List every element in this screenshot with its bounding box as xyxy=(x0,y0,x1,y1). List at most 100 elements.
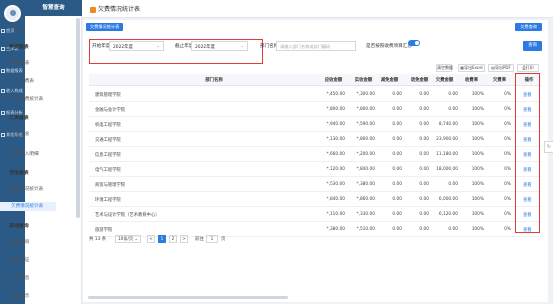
menu-group-label: 其他查询 xyxy=(9,224,29,229)
prev-page-button[interactable]: < xyxy=(147,235,155,243)
menu-item-home[interactable]: 首页 xyxy=(11,25,20,31)
home-icon xyxy=(1,29,5,33)
menu-group-reports[interactable]: ▾ 数据报表 xyxy=(5,43,29,50)
cell-paid: *,800.00 xyxy=(356,137,375,142)
menu-item-identity[interactable]: 认同信息 xyxy=(11,275,29,281)
print-button[interactable]: ⎙打印 xyxy=(517,64,539,72)
cell-reduce: 0.00 xyxy=(392,137,402,142)
cell-rate: 100% xyxy=(471,92,484,97)
menu-group-student[interactable]: ▾ 学生报表 xyxy=(5,169,29,176)
chart-icon xyxy=(1,89,5,93)
table-row: 建筑管理学院 *,450.00 *,300.00 0.00 0.00 0.00 100% 0%… xyxy=(89,87,541,102)
cell-rate: 100% xyxy=(471,197,484,202)
menu-scrollbar[interactable] xyxy=(76,18,80,218)
cell-arrears: 23,900.00 xyxy=(436,137,458,142)
page-size-select[interactable]: 10条/页 ⌄ xyxy=(115,235,141,243)
cell-arrears-rate: 0% xyxy=(504,197,511,202)
cell-refund: 0.00 xyxy=(419,92,429,97)
brand-title: 智慧查询 xyxy=(25,0,82,16)
cell-arrears-rate: 0% xyxy=(504,212,511,217)
menu-item-visit-auth[interactable]: 就诊认证 xyxy=(11,257,29,263)
col-refund: 退免金额 xyxy=(410,78,429,83)
cell-reduce: 0.00 xyxy=(392,152,402,157)
export-excel-button[interactable]: ▦导出Excel xyxy=(458,64,485,72)
cell-arrears-rate: 0% xyxy=(504,137,511,142)
menu-item-fee-report[interactable]: 收费报表 xyxy=(11,60,29,66)
table-header: 部门名称 应收金额 实收金额 减免金额 退免金额 欠费金额 收费率 欠费率 操作 xyxy=(89,74,541,86)
table-row: 金融与会计学院 *,800.00 *,800.00 0.00 0.00 0.00 100% 0… xyxy=(89,102,541,117)
cell-rate: 100% xyxy=(471,122,484,127)
breadcrumb-tag[interactable]: 欠费情况统计表 xyxy=(86,23,124,31)
start-year-select[interactable]: 2022年度 ⌄ xyxy=(109,41,164,51)
dept-input[interactable]: 请输入部门名称或部门编码 xyxy=(276,41,356,51)
menu-item-visit-query[interactable]: 就诊查询 xyxy=(11,239,29,245)
table-row: 旅游学院 *,380.00 *,510.00 0.00 0.00 0.00 100% 0% 查看 xyxy=(89,222,541,237)
cell-arrears: 0.00 xyxy=(448,92,458,97)
start-year-label: 开始年度 xyxy=(92,44,111,49)
menu-item-fee-stats[interactable]: 收费情况统计表 xyxy=(11,186,43,192)
goto-page-input[interactable]: 1 xyxy=(206,235,218,243)
menu-item-personal-fee[interactable]: 个人收费表 xyxy=(11,78,34,84)
page-2-button[interactable]: 2 xyxy=(169,235,177,243)
col-reduce: 减免金额 xyxy=(380,78,399,83)
menu-group-label: 学生报表 xyxy=(9,171,29,176)
col-due: 应收金额 xyxy=(324,78,343,83)
cell-paid: *,510.00 xyxy=(356,227,375,232)
summary-toggle[interactable] xyxy=(408,40,420,46)
rail-label: 数据报表 xyxy=(6,68,23,73)
clear-button[interactable]: 清空数据 xyxy=(436,64,453,72)
cell-arrears: 0.00 xyxy=(448,107,458,112)
cell-reduce: 0.00 xyxy=(392,227,402,232)
cell-refund: 0.00 xyxy=(419,122,429,127)
cell-paid: *,800.00 xyxy=(356,107,375,112)
cell-refund: 0.00 xyxy=(419,152,429,157)
next-page-button[interactable]: > xyxy=(180,235,188,243)
query-tab-button[interactable]: 欠费查询 xyxy=(515,23,542,31)
cell-due: *,660.00 xyxy=(326,152,345,157)
summary-toggle-label: 是否按照收费项目汇总 xyxy=(366,44,412,49)
report-icon xyxy=(90,6,96,13)
export-pdf-button[interactable]: ▤导出PDF xyxy=(488,64,514,72)
menu-item-arrears-stats[interactable]: 欠费情况统计表 xyxy=(0,202,56,211)
cell-arrears: 8,740.00 xyxy=(438,122,458,127)
menu-group-other[interactable]: ▾ 其他查询 xyxy=(5,222,29,229)
cell-arrears-rate: 0% xyxy=(504,152,511,157)
chevron-down-icon: ⌄ xyxy=(156,43,160,48)
query-button[interactable]: 查询 xyxy=(523,41,542,51)
table-row: 机电工程学院 *,940.00 *,590.00 0.00 0.00 8,740.00 10… xyxy=(89,117,541,132)
cell-arrears: 0.00 xyxy=(448,227,458,232)
cell-rate: 100% xyxy=(471,152,484,157)
table-row: 艺术与设计学院（艺术教育中心） *,110.00 *,330.00 0.00 0.00 6… xyxy=(89,207,541,222)
menu-item-personal-stats[interactable]: 个人缴费统计表 xyxy=(11,96,43,102)
cell-dept: 金融与会计学院 xyxy=(95,108,126,113)
cell-rate: 100% xyxy=(471,212,484,217)
goto-label: 前往 xyxy=(195,237,204,242)
cell-refund: 0.00 xyxy=(419,182,429,187)
page-tab[interactable]: 欠费情况统计表 xyxy=(90,4,140,13)
refresh-icon[interactable]: ↻ xyxy=(544,141,553,153)
cell-rate: 100% xyxy=(471,182,484,187)
cell-reduce: 0.00 xyxy=(392,197,402,202)
page-unit-label: 页 xyxy=(221,237,226,242)
caret-down-icon: ▾ xyxy=(5,171,8,176)
menu-item-salary-summary[interactable]: 工资汇总 xyxy=(11,131,29,137)
menu-item-other-income[interactable]: 其他收入明细 xyxy=(11,151,39,157)
cell-paid: *,300.00 xyxy=(356,92,375,97)
cell-reduce: 0.00 xyxy=(392,167,402,172)
avatar[interactable] xyxy=(4,5,21,22)
main-panel: 欠费情况统计表 欠费查询 开始年度 2022年度 ⌄ 截止年度 2022年度 ⌄ 部… xyxy=(83,20,548,302)
menu-group-salary[interactable]: ▾ 工资报表 xyxy=(5,114,29,121)
end-year-select[interactable]: 2022年度 ⌄ xyxy=(191,41,248,51)
horizontal-scrollbar[interactable] xyxy=(88,296,288,299)
cell-rate: 100% xyxy=(471,227,484,232)
menu-group-label: 工资报表 xyxy=(9,116,29,121)
cell-paid: *,380.00 xyxy=(356,182,375,187)
col-rate: 收费率 xyxy=(464,78,479,83)
menu-group-label: 数据报表 xyxy=(9,45,29,50)
page-title: 欠费情况统计表 xyxy=(98,6,141,13)
cell-due: *,530.00 xyxy=(326,182,345,187)
cell-arrears-rate: 0% xyxy=(504,122,511,127)
cell-reduce: 0.00 xyxy=(392,107,402,112)
page-1-button[interactable]: 1 xyxy=(158,235,166,243)
menu-item-visit-tip[interactable]: 来访提示 xyxy=(11,293,29,299)
